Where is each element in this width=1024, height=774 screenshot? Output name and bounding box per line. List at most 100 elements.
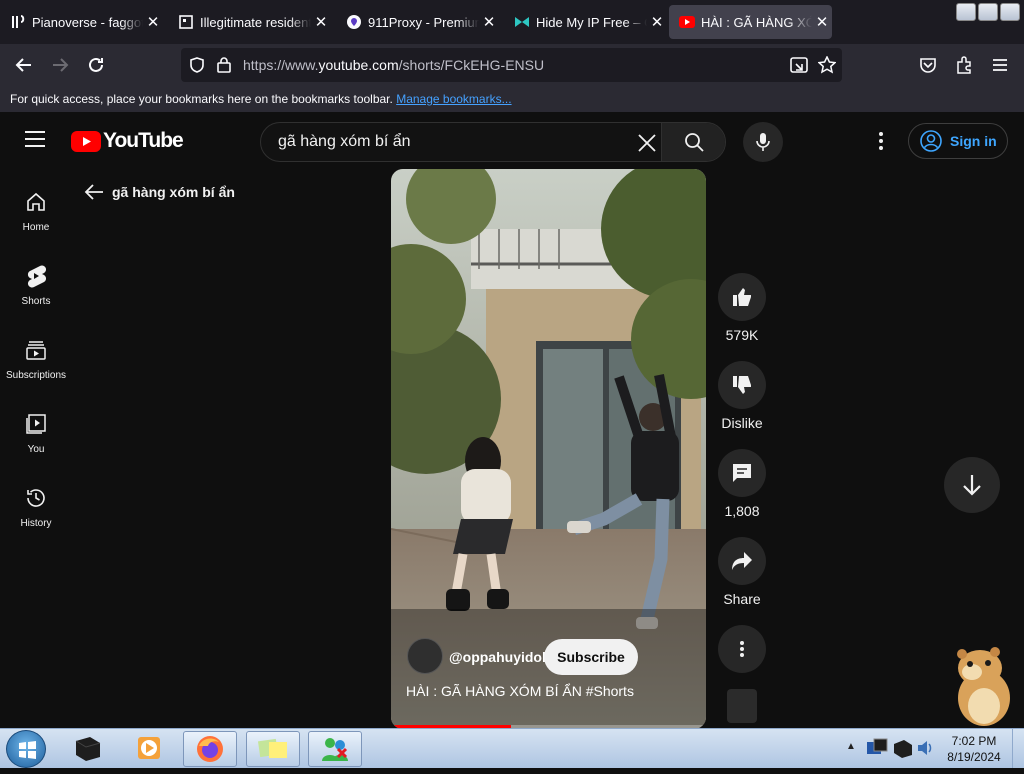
- volume-icon[interactable]: [916, 738, 934, 758]
- sound-thumbnail[interactable]: [727, 689, 757, 723]
- youtube-icon: [679, 14, 695, 30]
- taskbar-firefox[interactable]: [183, 731, 237, 767]
- sign-in-button[interactable]: Sign in: [908, 123, 1008, 159]
- shield-icon[interactable]: [189, 57, 205, 78]
- close-icon[interactable]: ✕: [479, 13, 499, 31]
- close-icon[interactable]: ✕: [311, 13, 331, 31]
- terminal-app-icon[interactable]: [73, 733, 103, 763]
- like-count: 579K: [725, 327, 759, 343]
- dislike-label: Dislike: [721, 415, 763, 431]
- hidemyip-icon: [514, 14, 530, 30]
- browser-nav-bar: https://www.youtube.com/shorts/FCkEHG-EN…: [0, 44, 1024, 86]
- windows-taskbar: ▲ 7:02 PM 8/19/2024: [0, 728, 1024, 768]
- tab-pianoverse[interactable]: Pianoverse - faggot ✕: [0, 5, 163, 39]
- tab-illegitimate[interactable]: Illegitimate residenti ✕: [168, 5, 331, 39]
- dislike-button[interactable]: [718, 361, 766, 409]
- desktop-pet-hamster[interactable]: [940, 646, 1024, 728]
- search-box[interactable]: gã hàng xóm bí ẩn: [260, 122, 726, 162]
- show-desktop-button[interactable]: [1012, 729, 1024, 768]
- voice-search-button[interactable]: [743, 122, 783, 162]
- more-vertical-icon: [740, 641, 744, 657]
- taskbar-messenger[interactable]: [308, 731, 362, 767]
- more-options-icon[interactable]: [872, 131, 890, 156]
- sidebar-item-subscriptions[interactable]: Subscriptions: [0, 326, 72, 400]
- restore-button[interactable]: [978, 3, 998, 21]
- youtube-header: YouTube gã hàng xóm bí ẩn Sign in: [0, 112, 1024, 170]
- sidebar-item-you[interactable]: You: [0, 400, 72, 474]
- channel-avatar[interactable]: [407, 638, 443, 674]
- account-icon: [920, 130, 942, 152]
- sidebar-item-label: Subscriptions: [5, 370, 67, 381]
- hamburger-menu-icon[interactable]: [24, 130, 46, 153]
- subscribe-button[interactable]: Subscribe: [544, 639, 638, 675]
- tab-youtube-active[interactable]: HÀI : GÃ HÀNG XÓM ✕: [669, 5, 832, 39]
- lock-icon[interactable]: [217, 56, 231, 78]
- close-window-button[interactable]: [1000, 3, 1020, 21]
- tab-label: HÀI : GÃ HÀNG XÓM: [701, 14, 812, 30]
- bookmark-star-icon[interactable]: [817, 55, 837, 79]
- sign-in-label: Sign in: [950, 133, 997, 149]
- tab-label: Hide My IP Free – Ge: [536, 14, 647, 30]
- home-icon: [24, 190, 48, 214]
- reload-icon[interactable]: [84, 53, 108, 77]
- taskbar-notes[interactable]: [246, 731, 300, 767]
- share-button[interactable]: [718, 537, 766, 585]
- close-icon[interactable]: ✕: [647, 13, 667, 31]
- page-icon: [178, 14, 194, 30]
- channel-name[interactable]: @oppahuyidol: [449, 649, 546, 665]
- close-icon[interactable]: ✕: [143, 13, 163, 31]
- back-to-results[interactable]: gã hàng xóm bí ẩn: [84, 183, 235, 201]
- show-hidden-icons[interactable]: ▲: [846, 741, 856, 752]
- forward-arrow-icon[interactable]: [48, 53, 72, 77]
- address-bar[interactable]: https://www.youtube.com/shorts/FCkEHG-EN…: [181, 48, 842, 82]
- short-video-player[interactable]: @oppahuyidol Subscribe HÀI : GÃ HÀNG XÓM…: [391, 169, 706, 729]
- reader-view-icon[interactable]: [790, 57, 808, 78]
- system-tray-app-icon[interactable]: [892, 737, 914, 759]
- firefox-icon: [197, 736, 223, 762]
- location-pin-icon: [346, 14, 362, 30]
- pianoverse-icon: [10, 14, 26, 30]
- arrow-down-icon: [963, 475, 981, 496]
- youtube-logo[interactable]: YouTube: [71, 129, 184, 153]
- extensions-icon[interactable]: [952, 53, 976, 77]
- tab-911proxy[interactable]: 911Proxy - Premium ✕: [336, 5, 499, 39]
- like-button[interactable]: [718, 273, 766, 321]
- tab-label: Illegitimate residenti: [200, 14, 311, 30]
- shorts-icon: [24, 264, 48, 288]
- clock-date: 8/19/2024: [947, 750, 1001, 764]
- minimize-button[interactable]: [956, 3, 976, 21]
- media-player-icon[interactable]: [135, 734, 163, 762]
- sidebar-item-label: Home: [22, 222, 50, 233]
- search-input[interactable]: gã hàng xóm bí ẩn: [278, 133, 411, 151]
- tab-hidemyip[interactable]: Hide My IP Free – Ge ✕: [504, 5, 667, 39]
- sidebar-item-label: History: [20, 518, 52, 529]
- bookmarks-toolbar: For quick access, place your bookmarks h…: [0, 86, 1024, 112]
- close-icon[interactable]: ✕: [812, 13, 832, 31]
- thumbs-down-icon: [733, 376, 751, 394]
- comment-icon: [733, 464, 751, 482]
- short-title[interactable]: HÀI : GÃ HÀNG XÓM BÍ ẨN #Shorts: [406, 683, 634, 699]
- taskbar-clock[interactable]: 7:02 PM 8/19/2024: [940, 733, 1008, 765]
- more-actions-button[interactable]: [718, 625, 766, 673]
- sticky-notes-icon: [257, 738, 287, 758]
- start-button[interactable]: [6, 730, 46, 768]
- next-short-button[interactable]: [944, 457, 1000, 513]
- sidebar-item-history[interactable]: History: [0, 474, 72, 548]
- back-arrow-icon[interactable]: [12, 53, 36, 77]
- manage-bookmarks-link[interactable]: Manage bookmarks...: [396, 92, 511, 106]
- pocket-icon[interactable]: [916, 53, 940, 77]
- url-text: https://www.youtube.com/shorts/FCkEHG-EN…: [243, 57, 545, 73]
- microphone-icon: [756, 133, 770, 151]
- sidebar-item-shorts[interactable]: Shorts: [0, 252, 72, 326]
- youtube-logo-icon: [71, 130, 101, 152]
- search-button[interactable]: [661, 123, 725, 161]
- clear-search-icon[interactable]: [637, 133, 657, 158]
- sidebar-item-label: Shorts: [21, 296, 51, 307]
- comment-count: 1,808: [724, 503, 760, 519]
- sidebar-item-home[interactable]: Home: [0, 178, 72, 252]
- menu-icon[interactable]: [988, 53, 1012, 77]
- comments-button[interactable]: [718, 449, 766, 497]
- network-icon[interactable]: [866, 737, 888, 759]
- back-arrow-icon: [84, 184, 103, 200]
- back-title: gã hàng xóm bí ẩn: [112, 184, 235, 200]
